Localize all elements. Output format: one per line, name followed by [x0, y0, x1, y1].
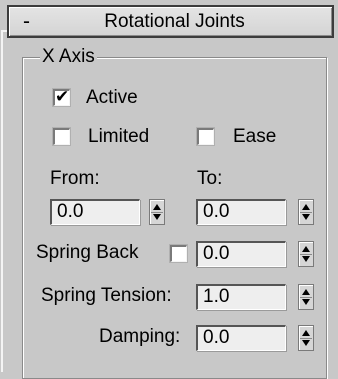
spring-back-checkbox[interactable] — [170, 245, 187, 262]
damping-input[interactable]: 0.0 — [196, 325, 286, 351]
spring-back-input[interactable]: 0.0 — [196, 241, 286, 267]
spinner-divider — [300, 254, 312, 255]
spinner-up-icon[interactable] — [302, 330, 310, 336]
limited-checkbox[interactable] — [53, 128, 70, 145]
to-spinner[interactable] — [298, 199, 314, 225]
spinner-down-icon[interactable] — [153, 214, 161, 220]
x-axis-group-title: X Axis — [40, 46, 97, 67]
spring-tension-spinner[interactable] — [298, 284, 314, 310]
spring-tension-input[interactable]: 1.0 — [196, 284, 286, 310]
spring-tension-label: Spring Tension: — [41, 285, 172, 306]
to-label: To: — [197, 168, 223, 189]
spinner-up-icon[interactable] — [153, 204, 161, 210]
rollout-title: Rotational Joints — [104, 11, 245, 32]
active-label[interactable]: Active — [86, 86, 138, 110]
spinner-divider — [151, 212, 163, 213]
from-spinner[interactable] — [149, 199, 165, 225]
spinner-up-icon[interactable] — [302, 289, 310, 295]
spinner-divider — [300, 297, 312, 298]
damping-label: Damping: — [99, 326, 181, 347]
spring-back-spinner[interactable] — [298, 241, 314, 267]
spinner-divider — [300, 338, 312, 339]
ease-checkbox[interactable] — [197, 128, 214, 145]
spring-back-label: Spring Back — [36, 242, 139, 263]
spinner-down-icon[interactable] — [302, 214, 310, 220]
from-label: From: — [50, 168, 100, 189]
spinner-up-icon[interactable] — [302, 204, 310, 210]
rollout-border — [1, 30, 8, 372]
rotational-joints-panel: - Rotational Joints X Axis ✔ Active Limi… — [0, 0, 338, 379]
spinner-up-icon[interactable] — [302, 246, 310, 252]
spinner-divider — [300, 212, 312, 213]
active-checkbox[interactable]: ✔ — [53, 87, 70, 106]
ease-label[interactable]: Ease — [233, 125, 276, 149]
to-input[interactable]: 0.0 — [196, 199, 286, 225]
spinner-down-icon[interactable] — [302, 340, 310, 346]
rollout-header-button[interactable]: - Rotational Joints — [7, 5, 334, 38]
spinner-down-icon[interactable] — [302, 299, 310, 305]
limited-label[interactable]: Limited — [88, 125, 149, 149]
check-icon: ✔ — [55, 87, 70, 106]
from-input[interactable]: 0.0 — [50, 199, 140, 225]
spinner-down-icon[interactable] — [302, 256, 310, 262]
damping-spinner[interactable] — [298, 325, 314, 351]
